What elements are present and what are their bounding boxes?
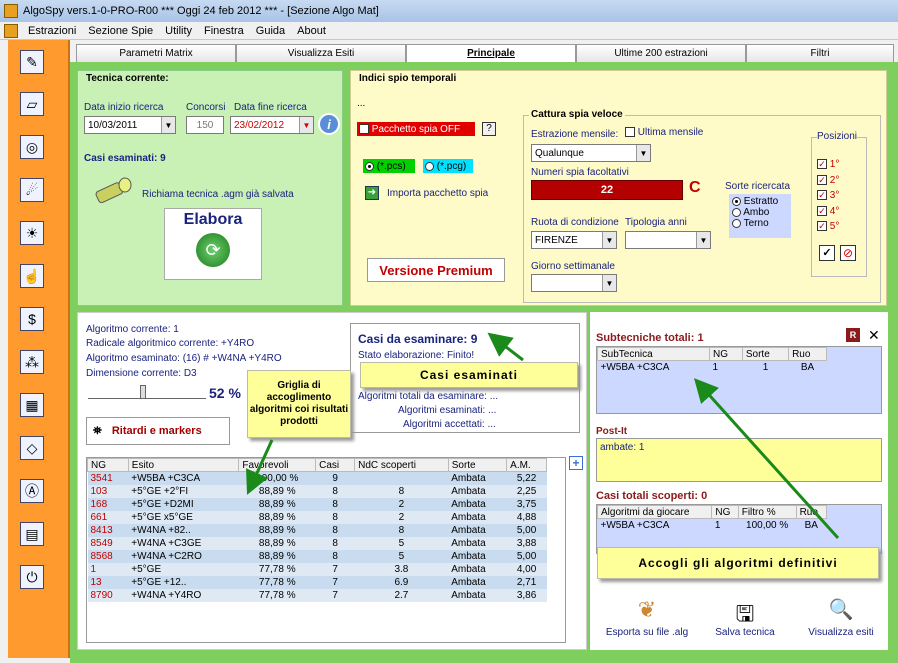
annotation-arrows: [246, 332, 840, 540]
arrow-accogli: [693, 378, 840, 540]
arrow-casi: [487, 332, 524, 362]
arrow-griglia: [246, 439, 274, 495]
